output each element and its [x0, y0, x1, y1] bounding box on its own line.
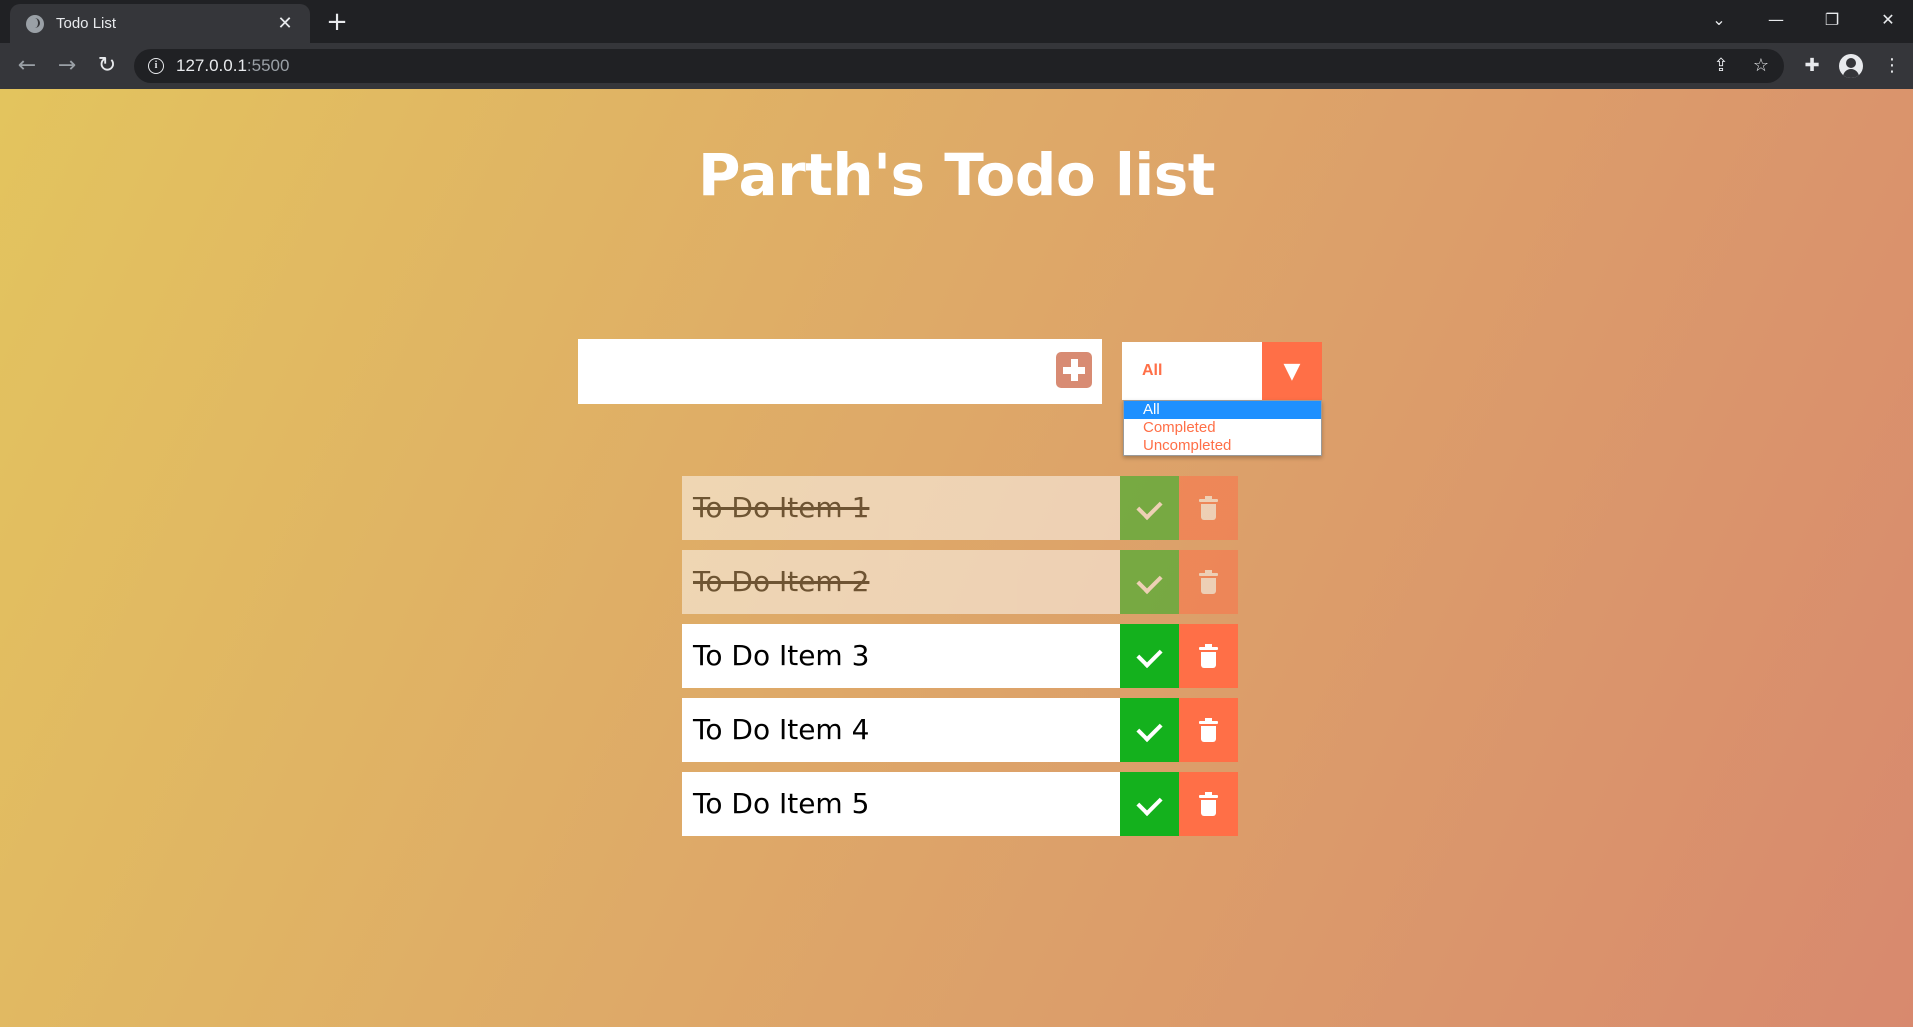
trash-icon: [1199, 496, 1218, 502]
trash-icon: [1199, 792, 1218, 798]
complete-check-button[interactable]: [1120, 550, 1179, 614]
bookmark-star-icon[interactable]: ☆: [1748, 53, 1774, 79]
trash-icon-body: [1201, 504, 1216, 520]
trash-icon-body: [1201, 578, 1216, 594]
todo-item: To Do Item 2: [682, 550, 1238, 614]
trash-icon-body: [1201, 652, 1216, 668]
browser-tab[interactable]: Todo List ✕: [10, 4, 310, 43]
reload-icon[interactable]: ↻: [92, 51, 122, 81]
trash-icon: [1199, 644, 1218, 650]
page-title: Parth's Todo list: [698, 141, 1215, 209]
tab-close-button[interactable]: ✕: [274, 13, 296, 35]
share-icon[interactable]: ⇪: [1708, 53, 1734, 79]
tab-title: Todo List: [56, 15, 117, 32]
filter-selected-value: All: [1142, 362, 1163, 379]
tab-search-button[interactable]: ⌄: [1696, 4, 1742, 36]
trash-icon: [1199, 718, 1218, 724]
delete-trash-button[interactable]: [1179, 698, 1238, 762]
complete-check-button[interactable]: [1120, 772, 1179, 836]
dropdown-arrow-icon[interactable]: ▼: [1262, 342, 1322, 400]
site-info-icon[interactable]: i: [148, 58, 164, 74]
filter-option-completed[interactable]: Completed: [1124, 419, 1321, 437]
forward-arrow-icon[interactable]: →: [52, 51, 82, 81]
filter-option-all[interactable]: All: [1124, 401, 1321, 419]
complete-check-button[interactable]: [1120, 698, 1179, 762]
minimize-button[interactable]: —: [1753, 4, 1799, 36]
add-todo-button[interactable]: [1056, 352, 1092, 388]
filter-dropdown-list: All Completed Uncompleted: [1123, 400, 1322, 456]
filter-option-uncompleted[interactable]: Uncompleted: [1124, 437, 1321, 455]
delete-trash-button[interactable]: [1179, 550, 1238, 614]
todo-item-text: To Do Item 3: [682, 624, 1120, 688]
delete-trash-button[interactable]: [1179, 772, 1238, 836]
todo-item-text: To Do Item 4: [682, 698, 1120, 762]
todo-item: To Do Item 1: [682, 476, 1238, 540]
complete-check-button[interactable]: [1120, 476, 1179, 540]
todo-item-text: To Do Item 5: [682, 772, 1120, 836]
close-window-button[interactable]: ✕: [1865, 4, 1911, 36]
trash-icon-body: [1201, 726, 1216, 742]
url-port: :5500: [246, 56, 290, 75]
todo-item-text: To Do Item 1: [682, 476, 1120, 540]
delete-trash-button[interactable]: [1179, 624, 1238, 688]
todo-input[interactable]: [578, 339, 1102, 404]
page-content: Parth's Todo list All ▼ All Completed Un…: [0, 89, 1913, 1027]
trash-icon-body: [1201, 800, 1216, 816]
url-host: 127.0.0.1: [176, 56, 247, 75]
profile-avatar-icon[interactable]: [1839, 54, 1863, 78]
todo-list: To Do Item 1 To Do Item 2 To Do Item 3 T…: [682, 476, 1238, 846]
extensions-puzzle-icon[interactable]: ✚: [1797, 51, 1827, 81]
url-text: 127.0.0.1:5500: [176, 56, 289, 76]
todo-item: To Do Item 5: [682, 772, 1238, 836]
todo-item: To Do Item 4: [682, 698, 1238, 762]
delete-trash-button[interactable]: [1179, 476, 1238, 540]
menu-kebab-icon[interactable]: ⋮: [1877, 51, 1907, 81]
todo-item-text: To Do Item 2: [682, 550, 1120, 614]
restore-button[interactable]: ❐: [1809, 4, 1855, 36]
todo-item: To Do Item 3: [682, 624, 1238, 688]
browser-toolbar: ← → ↻ i 127.0.0.1:5500 ⇪ ☆ ✚ ⋮: [0, 43, 1913, 89]
complete-check-button[interactable]: [1120, 624, 1179, 688]
back-arrow-icon[interactable]: ←: [12, 51, 42, 81]
trash-icon: [1199, 570, 1218, 576]
address-bar[interactable]: i 127.0.0.1:5500 ⇪ ☆: [134, 49, 1784, 83]
browser-tab-bar: Todo List ✕ + ⌄ — ❐ ✕: [0, 0, 1913, 43]
new-tab-button[interactable]: +: [322, 8, 352, 38]
globe-icon: [26, 14, 44, 33]
